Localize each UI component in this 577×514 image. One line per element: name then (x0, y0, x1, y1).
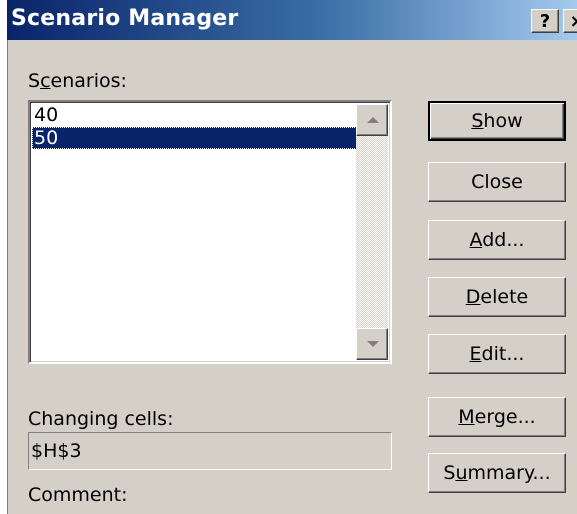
scenarios-scrollbar[interactable] (356, 104, 388, 360)
scenarios-listbox[interactable]: 40 50 (28, 100, 392, 364)
scenario-manager-dialog: Scenario Manager ? × Scenarios: 40 50 Sh… (5, 0, 577, 514)
scroll-down-button[interactable] (356, 328, 388, 360)
comment-label: Comment: (28, 484, 128, 506)
list-item-selected[interactable]: 50 (32, 127, 357, 149)
title-bar[interactable]: Scenario Manager ? × (7, 0, 577, 40)
help-button[interactable]: ? (531, 9, 559, 33)
changing-cells-field[interactable]: $H$3 (28, 432, 392, 470)
list-item[interactable]: 40 (32, 104, 357, 126)
merge-button[interactable]: Merge... (428, 397, 566, 437)
arrow-up-icon (367, 117, 379, 123)
window-title: Scenario Manager (11, 6, 239, 31)
summary-button[interactable]: Summary... (428, 453, 566, 493)
changing-cells-label: Changing cells: (28, 408, 174, 430)
arrow-down-icon (367, 341, 379, 347)
edit-button[interactable]: Edit... (428, 334, 566, 374)
scenarios-label: Scenarios: (28, 70, 127, 92)
scroll-up-button[interactable] (356, 104, 388, 136)
close-button[interactable]: Close (428, 162, 566, 202)
show-button[interactable]: Show (428, 101, 566, 141)
delete-button[interactable]: Delete (428, 277, 566, 317)
add-button[interactable]: Add... (428, 220, 566, 260)
close-window-button[interactable]: × (563, 9, 577, 33)
